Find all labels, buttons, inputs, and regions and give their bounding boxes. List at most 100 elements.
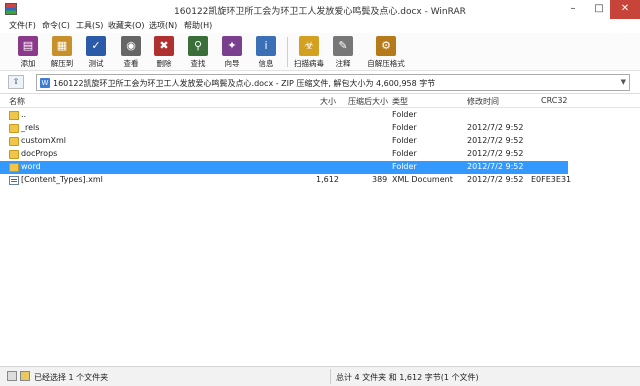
folder-icon (9, 124, 19, 133)
sfx-icon: ⚙ (376, 36, 396, 56)
info-icon: i (256, 36, 276, 56)
chevron-down-icon[interactable]: ▼ (621, 78, 626, 86)
menu-options[interactable]: 选项(N) (149, 20, 177, 32)
file-row-word-selected[interactable]: word Folder 2012/7/2 9:52 (0, 161, 568, 174)
menu-favorites[interactable]: 收藏夹(O) (108, 20, 145, 32)
virus-scan-button[interactable]: ☣ 扫描病毒 (292, 34, 326, 70)
file-list: 名称 大小 压缩后大小 类型 修改时间 CRC32 .. Folder _rel… (0, 93, 640, 365)
virus-scan-label: 扫描病毒 (294, 59, 324, 68)
file-name: .. (21, 110, 27, 119)
file-name: [Content_Types].xml (21, 175, 103, 184)
find-button[interactable]: ⚲ 查找 (181, 34, 215, 70)
address-bar: ⇧ W 160122凯旋环卫所工会为环卫工人发放爱心鸣鬓及点心.docx - Z… (0, 73, 640, 92)
file-name: customXml (21, 136, 66, 145)
test-icon: ✓ (86, 36, 106, 56)
folder-icon (9, 150, 19, 159)
column-crc-header[interactable]: CRC32 (541, 96, 568, 105)
test-label: 测试 (88, 59, 104, 68)
test-button[interactable]: ✓ 测试 (79, 34, 113, 70)
file-type: Folder (392, 162, 417, 171)
wizard-button[interactable]: ✦ 向导 (215, 34, 249, 70)
column-modified-header[interactable]: 修改时间 (467, 96, 499, 107)
column-size-header[interactable]: 大小 (320, 96, 336, 107)
comment-button[interactable]: ✎ 注释 (326, 34, 360, 70)
file-modified: 2012/7/2 9:52 (467, 175, 524, 184)
status-bar: 已经选择 1 个文件夹 总计 4 文件夹 和 1,612 字节(1 个文件) (0, 366, 640, 386)
file-modified: 2012/7/2 9:52 (467, 149, 524, 158)
file-row-rels[interactable]: _rels Folder 2012/7/2 9:52 (0, 122, 640, 135)
folder-icon (9, 163, 19, 172)
close-icon: ✕ (620, 3, 630, 14)
lock-icon (20, 371, 30, 381)
column-name-header[interactable]: 名称 (9, 96, 25, 107)
delete-icon: ✖ (154, 36, 174, 56)
minimize-button[interactable]: – (560, 0, 586, 19)
file-type: Folder (392, 149, 417, 158)
extract-to-button[interactable]: ▦ 解压到 (45, 34, 79, 70)
extract-to-label: 解压到 (50, 59, 74, 68)
folder-icon (9, 137, 19, 146)
sfx-label: 自解压格式 (367, 59, 405, 68)
minimize-icon: – (570, 3, 576, 14)
menu-help[interactable]: 帮助(H) (184, 20, 212, 32)
view-label: 查看 (123, 59, 139, 68)
file-type: Folder (392, 110, 417, 119)
maximize-icon: □ (594, 3, 604, 14)
xml-file-icon (9, 176, 19, 185)
up-folder-button[interactable]: ⇧ (8, 75, 24, 89)
archive-path-text: 160122凯旋环卫所工会为环卫工人发放爱心鸣鬓及点心.docx - ZIP 压… (53, 79, 436, 88)
file-row-customxml[interactable]: customXml Folder 2012/7/2 9:52 (0, 135, 640, 148)
column-type-header[interactable]: 类型 (392, 96, 408, 107)
maximize-button[interactable]: □ (586, 0, 612, 19)
menu-commands[interactable]: 命令(C) (42, 20, 70, 32)
file-modified: 2012/7/2 9:52 (467, 162, 524, 171)
menu-bar: 文件(F) 命令(C) 工具(S) 收藏夹(O) 选项(N) 帮助(H) (0, 19, 640, 33)
file-size: 1,612 (316, 175, 339, 184)
toolbar-separator (287, 37, 288, 67)
view-button[interactable]: ◉ 查看 (114, 34, 148, 70)
extract-to-icon: ▦ (52, 36, 72, 56)
info-label: 信息 (258, 59, 274, 68)
file-row-content-types[interactable]: [Content_Types].xml 1,612 389 XML Docume… (0, 174, 640, 187)
file-modified: 2012/7/2 9:52 (467, 136, 524, 145)
virus-scan-icon: ☣ (299, 36, 319, 56)
window-title: 160122凯旋环卫所工会为环卫工人发放爱心鸣鬓及点心.docx - WinRA… (174, 7, 466, 17)
column-packed-header[interactable]: 压缩后大小 (348, 96, 388, 107)
comment-icon: ✎ (333, 36, 353, 56)
status-total-text: 总计 4 文件夹 和 1,612 字节(1 个文件) (336, 373, 479, 382)
file-row-docprops[interactable]: docProps Folder 2012/7/2 9:52 (0, 148, 640, 161)
file-name: _rels (21, 123, 40, 132)
delete-label: 删除 (156, 59, 172, 68)
file-modified: 2012/7/2 9:52 (467, 123, 524, 132)
menu-tools[interactable]: 工具(S) (76, 20, 103, 32)
wizard-icon: ✦ (222, 36, 242, 56)
toolbar: ▤ 添加 ▦ 解压到 ✓ 测试 ◉ 查看 ✖ 删除 ⚲ 查找 ✦ 向导 i 信息… (0, 33, 640, 71)
delete-button[interactable]: ✖ 删除 (147, 34, 181, 70)
find-label: 查找 (190, 59, 206, 68)
add-archive-icon: ▤ (18, 36, 38, 56)
file-type: Folder (392, 123, 417, 132)
find-icon: ⚲ (188, 36, 208, 56)
comment-label: 注释 (335, 59, 351, 68)
info-button[interactable]: i 信息 (249, 34, 283, 70)
up-folder-icon: ⇧ (12, 77, 20, 86)
add-label: 添加 (20, 59, 36, 68)
file-crc: E0FE3E31 (531, 175, 572, 184)
status-selection-text: 已经选择 1 个文件夹 (34, 373, 109, 382)
status-separator (330, 369, 331, 384)
sfx-button[interactable]: ⚙ 自解压格式 (364, 34, 408, 70)
archive-path-field[interactable]: W 160122凯旋环卫所工会为环卫工人发放爱心鸣鬓及点心.docx - ZIP… (36, 74, 630, 91)
parent-folder-icon (9, 111, 19, 120)
title-bar: 160122凯旋环卫所工会为环卫工人发放爱心鸣鬓及点心.docx - WinRA… (0, 0, 640, 19)
close-button[interactable]: ✕ (610, 0, 640, 19)
file-name: docProps (21, 149, 58, 158)
file-row-parent[interactable]: .. Folder (0, 109, 640, 122)
add-button[interactable]: ▤ 添加 (11, 34, 45, 70)
menu-file[interactable]: 文件(F) (9, 20, 36, 32)
drive-icon (7, 371, 17, 381)
file-packed-size: 389 (372, 175, 388, 184)
file-type: XML Document (392, 175, 453, 184)
wizard-label: 向导 (224, 59, 240, 68)
file-list-header: 名称 大小 压缩后大小 类型 修改时间 CRC32 (0, 94, 640, 108)
file-name: word (21, 162, 41, 171)
